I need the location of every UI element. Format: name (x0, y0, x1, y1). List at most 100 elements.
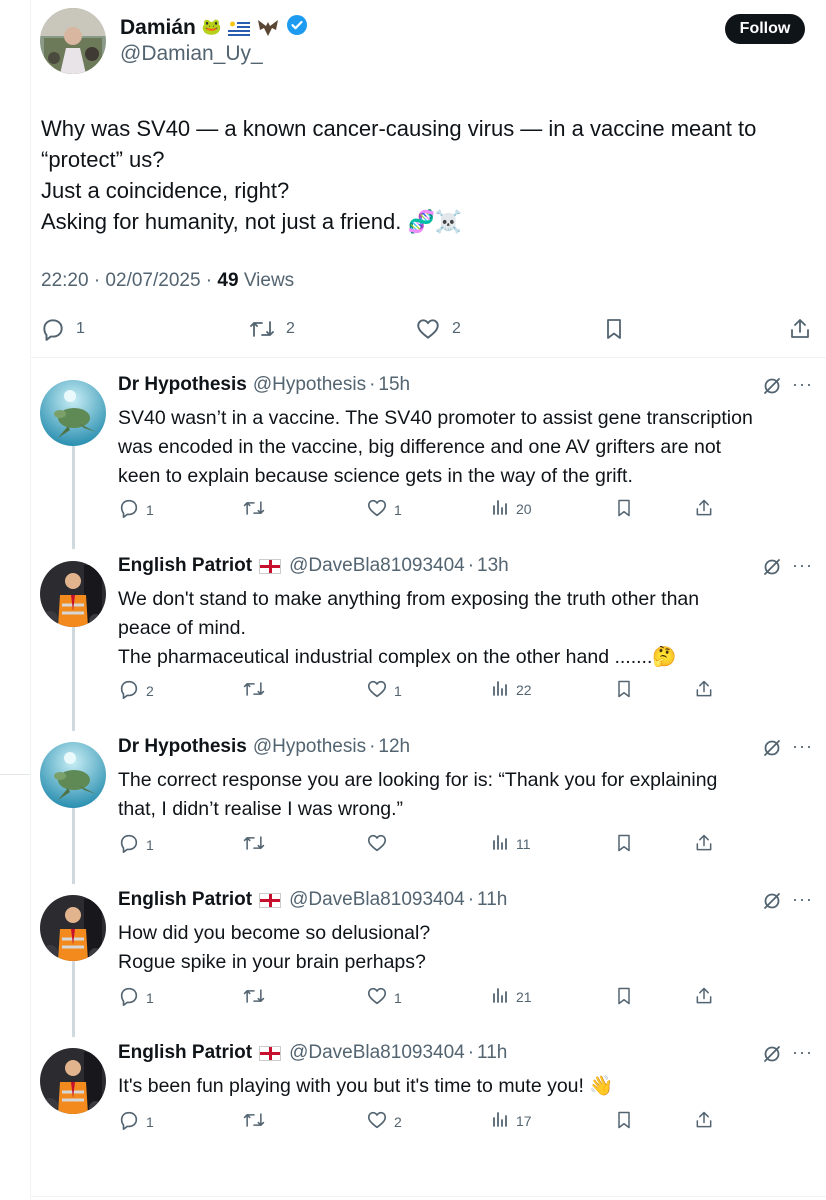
heart-icon (366, 985, 388, 1010)
reply-tweet[interactable]: English Patriot @DaveBla81093404 · 11h ·… (40, 1042, 820, 1152)
reply-count: 1 (76, 320, 85, 337)
reply-author-handle[interactable]: @DaveBla81093404 (289, 555, 465, 577)
reply-header: English Patriot @DaveBla81093404 · 11h (118, 1042, 507, 1064)
like-button[interactable]: 2 (366, 1109, 402, 1134)
reply-tweet[interactable]: English Patriot @DaveBla81093404 · 13h ·… (40, 555, 820, 715)
bookmark-button[interactable] (614, 985, 634, 1010)
repost-button[interactable] (242, 832, 272, 857)
author-name[interactable]: Damián (120, 16, 196, 40)
more-options-icon[interactable]: ··· (792, 736, 813, 757)
like-button[interactable]: 1 (366, 678, 402, 703)
repost-button[interactable] (242, 985, 272, 1010)
reply-author-handle[interactable]: @Hypothesis (253, 374, 366, 396)
more-options-icon[interactable]: ··· (792, 889, 813, 910)
share-button[interactable] (694, 678, 714, 703)
reply-count: 2 (146, 682, 154, 699)
reply-count: 1 (146, 501, 154, 518)
reply-button[interactable]: 1 (118, 985, 154, 1010)
reply-text: How did you become so delusional? Rogue … (118, 919, 818, 977)
grok-icon[interactable] (762, 738, 782, 763)
bookmark-icon (614, 678, 634, 703)
repost-button[interactable] (242, 1109, 272, 1134)
views-button[interactable]: 17 (490, 1109, 532, 1132)
reply-button[interactable]: 1 (40, 316, 85, 342)
share-button[interactable] (694, 985, 714, 1010)
reply-author-handle[interactable]: @DaveBla81093404 (289, 1042, 465, 1064)
reply-time[interactable]: 12h (378, 736, 410, 758)
reply-header: English Patriot @DaveBla81093404 · 11h (118, 889, 507, 911)
turtle-avatar[interactable] (40, 742, 106, 808)
views-button[interactable]: 20 (490, 497, 532, 520)
reply-tweet[interactable]: Dr Hypothesis @Hypothesis · 15h ··· SV40… (40, 374, 820, 524)
bookmark-button[interactable] (614, 1109, 634, 1134)
repost-button[interactable] (242, 678, 272, 703)
analytics-icon (490, 985, 510, 1008)
reply-time[interactable]: 13h (477, 555, 509, 577)
reply-button[interactable]: 1 (118, 1109, 154, 1134)
reply-tweet[interactable]: English Patriot @DaveBla81093404 · 11h ·… (40, 889, 820, 1019)
like-button[interactable]: 2 (414, 316, 461, 342)
reply-author-name[interactable]: English Patriot (118, 555, 252, 577)
views-button[interactable]: 11 (490, 832, 531, 855)
reply-icon (118, 1109, 140, 1134)
reply-action-bar: 1 2 17 (118, 1109, 738, 1133)
separator-dot: · (467, 889, 475, 910)
tweet-timestamp[interactable]: 22:20 · 02/07/2025 · (41, 270, 217, 291)
grok-icon[interactable] (762, 557, 782, 582)
reply-button[interactable]: 2 (118, 678, 154, 703)
grok-icon[interactable] (762, 376, 782, 401)
views-button[interactable]: 21 (490, 985, 532, 1008)
left-divider (0, 774, 30, 775)
reply-line: keen to explain because science gets in … (118, 465, 633, 487)
separator-dot: · (467, 1042, 475, 1063)
reply-button[interactable]: 1 (118, 832, 154, 857)
reply-author-name[interactable]: Dr Hypothesis (118, 736, 247, 758)
reply-line: SV40 wasn’t in a vaccine. The SV40 promo… (118, 407, 753, 429)
heart-icon (366, 678, 388, 703)
repost-count: 2 (286, 320, 295, 337)
reply-time[interactable]: 15h (378, 374, 410, 396)
share-button[interactable] (694, 832, 714, 857)
man-in-hi-vis-avatar[interactable] (40, 1048, 106, 1114)
follow-button[interactable]: Follow (725, 14, 805, 44)
heart-icon (366, 497, 388, 522)
man-in-hi-vis-avatar[interactable] (40, 561, 106, 627)
more-options-icon[interactable]: ··· (792, 1042, 813, 1063)
bookmark-button[interactable] (614, 832, 634, 857)
repost-button[interactable]: 2 (248, 316, 295, 342)
reply-button[interactable]: 1 (118, 497, 154, 522)
grok-icon[interactable] (762, 891, 782, 916)
share-button[interactable] (694, 497, 714, 522)
like-button[interactable]: 1 (366, 497, 402, 522)
share-button[interactable] (694, 1109, 714, 1134)
reply-author-handle[interactable]: @Hypothesis (253, 736, 366, 758)
reply-author-name[interactable]: Dr Hypothesis (118, 374, 247, 396)
author-handle[interactable]: @Damian_Uy_ (120, 42, 263, 66)
tweet-line: Why was SV40 — a known cancer-causing vi… (41, 116, 757, 141)
man-in-hi-vis-avatar[interactable] (40, 895, 106, 961)
grok-icon[interactable] (762, 1044, 782, 1069)
bookmark-icon (614, 1109, 634, 1134)
like-button[interactable] (366, 832, 394, 857)
repost-button[interactable] (242, 497, 272, 522)
bookmark-button[interactable] (614, 678, 634, 703)
reply-time[interactable]: 11h (477, 889, 507, 911)
share-button[interactable] (788, 316, 812, 342)
reply-time[interactable]: 11h (477, 1042, 507, 1064)
separator-dot: · (369, 374, 376, 395)
views-button[interactable]: 22 (490, 678, 532, 701)
reply-icon (118, 678, 140, 703)
reply-author-name[interactable]: English Patriot (118, 1042, 252, 1064)
more-options-icon[interactable]: ··· (792, 555, 813, 576)
reply-tweet[interactable]: Dr Hypothesis @Hypothesis · 12h ··· The … (40, 736, 820, 866)
bookmark-button[interactable] (602, 316, 626, 342)
reply-author-name[interactable]: English Patriot (118, 889, 252, 911)
reply-header: Dr Hypothesis @Hypothesis · 12h (118, 736, 410, 758)
main-avatar[interactable] (40, 8, 106, 74)
turtle-avatar[interactable] (40, 380, 106, 446)
bookmark-button[interactable] (614, 497, 634, 522)
more-options-icon[interactable]: ··· (792, 374, 813, 395)
reply-author-handle[interactable]: @DaveBla81093404 (289, 889, 465, 911)
like-button[interactable]: 1 (366, 985, 402, 1010)
share-icon (694, 497, 714, 522)
